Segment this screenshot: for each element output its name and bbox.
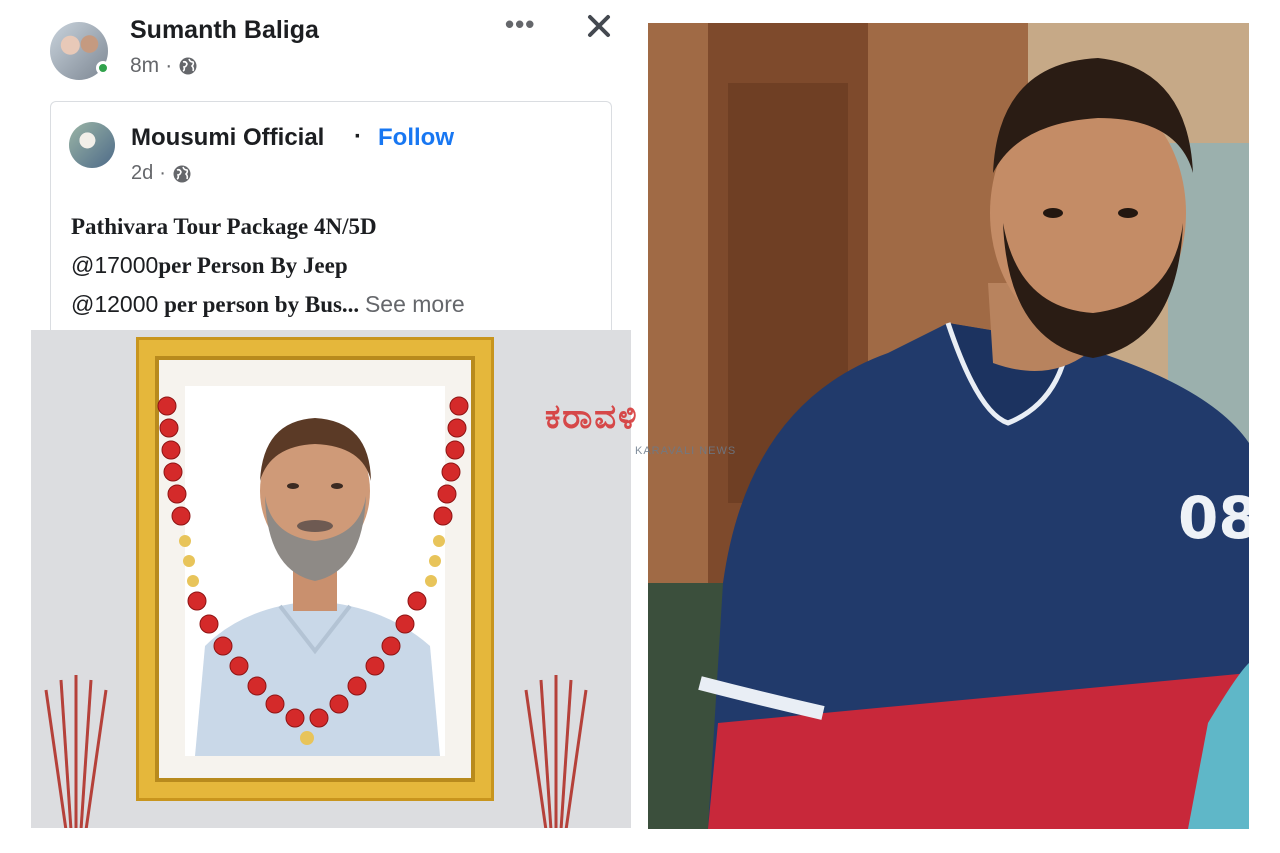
- karavali-news-watermark: ಕರಾವಳಿ KARAVALI NEWS: [545, 397, 745, 459]
- shared-meta: 2d ·: [131, 162, 192, 185]
- globe-icon: [179, 57, 197, 75]
- incense-sticks-left: [44, 675, 108, 828]
- post-line-1: Pathivara Tour Package 4N/5D: [71, 207, 465, 246]
- post-text: Pathivara Tour Package 4N/5D @17000per P…: [71, 207, 465, 324]
- post-time[interactable]: 8m: [130, 54, 159, 78]
- watermark-sub: KARAVALI NEWS: [635, 445, 737, 457]
- globe-icon: [173, 165, 191, 182]
- see-more-link[interactable]: See more: [365, 291, 465, 317]
- shared-meta-separator: ·: [159, 162, 166, 184]
- post-line-2-price: @17000: [71, 252, 159, 278]
- shared-time[interactable]: 2d: [131, 162, 153, 185]
- shared-post-card[interactable]: Mousumi Official · Follow 2d · Pathivara…: [50, 101, 612, 341]
- post-line-2: @17000per Person By Jeep: [71, 246, 465, 285]
- post-image[interactable]: [31, 330, 631, 828]
- author-name[interactable]: Sumanth Baliga: [130, 16, 319, 45]
- post-line-2-text: per Person By Jeep: [158, 253, 348, 278]
- more-options-icon[interactable]: •••: [505, 11, 535, 37]
- online-status-dot: [96, 61, 110, 75]
- post-line-3-price: @12000: [71, 291, 159, 317]
- shared-page-avatar[interactable]: [69, 122, 115, 168]
- post-line-3-text: per person by Bus...: [158, 292, 360, 317]
- shared-page-name[interactable]: Mousumi Official: [131, 124, 324, 152]
- follow-button[interactable]: Follow: [378, 124, 454, 152]
- flower-garland: [157, 396, 469, 745]
- post-line-1-text: Pathivara Tour Package 4N/5D: [71, 214, 377, 239]
- incense-sticks-right: [524, 675, 588, 828]
- watermark-main: ಕರಾವಳಿ: [545, 397, 639, 437]
- shared-separator: ·: [354, 123, 362, 150]
- close-icon[interactable]: [585, 12, 613, 40]
- shirt-number: 08: [1178, 484, 1249, 552]
- post-line-3: @12000 per person by Bus... See more: [71, 285, 465, 324]
- golden-frame: [139, 340, 491, 798]
- facebook-post: Sumanth Baliga 8m · ••• Mousumi Official…: [0, 0, 640, 853]
- meta-separator: ·: [165, 54, 173, 77]
- post-meta: 8m ·: [130, 54, 198, 78]
